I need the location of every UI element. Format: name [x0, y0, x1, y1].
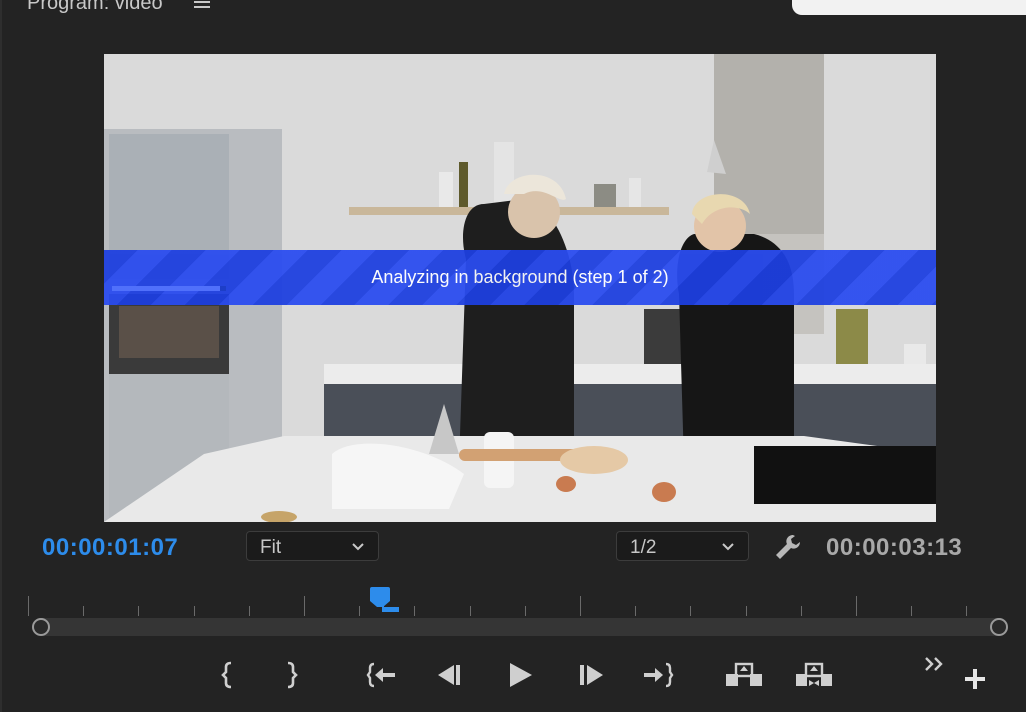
ruler-tick [635, 606, 637, 616]
ruler-tick [193, 606, 195, 616]
go-to-in-button[interactable] [362, 656, 398, 694]
scroll-handle-start[interactable] [32, 618, 50, 636]
lift-button[interactable] [724, 656, 766, 694]
ruler-tick [138, 606, 140, 616]
hamburger-menu-icon[interactable] [194, 0, 210, 8]
mark-out-button[interactable] [272, 656, 308, 694]
plus-icon [965, 669, 985, 689]
button-editor-button[interactable] [960, 664, 990, 694]
wrench-icon[interactable] [773, 532, 803, 562]
double-chevron-right-icon [925, 657, 943, 671]
go-to-in-icon [366, 662, 395, 688]
scroll-handle-end[interactable] [990, 618, 1008, 636]
ruler-tick [414, 606, 416, 616]
playhead-marker[interactable] [369, 587, 401, 615]
step-forward-icon [580, 665, 603, 685]
duration-timecode: 00:00:03:13 [826, 534, 963, 561]
ruler-tick [359, 606, 361, 616]
ruler-tick [248, 606, 250, 616]
ruler-tick [28, 596, 29, 616]
ruler-tick [911, 606, 913, 616]
extract-icon [796, 662, 832, 686]
analysis-banner: Analyzing in background (step 1 of 2) [104, 250, 936, 305]
mark-in-icon [221, 661, 232, 689]
more-controls-button[interactable] [922, 652, 950, 680]
mark-out-icon [287, 661, 298, 689]
panel-title: Program: video [27, 0, 163, 14]
step-back-button[interactable] [432, 656, 468, 694]
current-timecode[interactable]: 00:00:01:07 [42, 534, 178, 562]
playback-resolution-dropdown[interactable]: 1/2 [616, 531, 749, 561]
lift-icon [726, 662, 762, 686]
go-to-out-button[interactable] [640, 656, 676, 694]
panel-edge [0, 0, 2, 712]
extract-button[interactable] [794, 656, 836, 694]
play-icon [510, 663, 532, 687]
chevron-down-icon [722, 543, 734, 551]
chevron-down-icon [352, 543, 364, 551]
ruler-tick [580, 596, 581, 616]
search-field[interactable] [792, 0, 1026, 15]
ruler-tick [690, 606, 692, 616]
zoom-level-dropdown[interactable]: Fit [246, 531, 379, 561]
ruler-tick [800, 606, 802, 616]
ruler-tick [83, 606, 85, 616]
step-back-icon [438, 665, 460, 685]
time-ruler[interactable] [28, 590, 998, 616]
step-forward-button[interactable] [574, 656, 610, 694]
ruler-tick [745, 606, 747, 616]
mark-in-button[interactable] [212, 656, 248, 694]
zoom-scroll-bar[interactable] [33, 618, 1008, 636]
ruler-tick [966, 606, 968, 616]
ruler-tick [304, 596, 305, 616]
playback-resolution-value: 1/2 [630, 537, 657, 558]
play-button[interactable] [502, 656, 538, 694]
ruler-tick [524, 606, 526, 616]
zoom-level-value: Fit [260, 537, 282, 558]
go-to-out-icon [644, 662, 674, 688]
ruler-tick [469, 606, 471, 616]
ruler-tick [856, 596, 857, 616]
analysis-status-text: Analyzing in background (step 1 of 2) [371, 267, 669, 287]
